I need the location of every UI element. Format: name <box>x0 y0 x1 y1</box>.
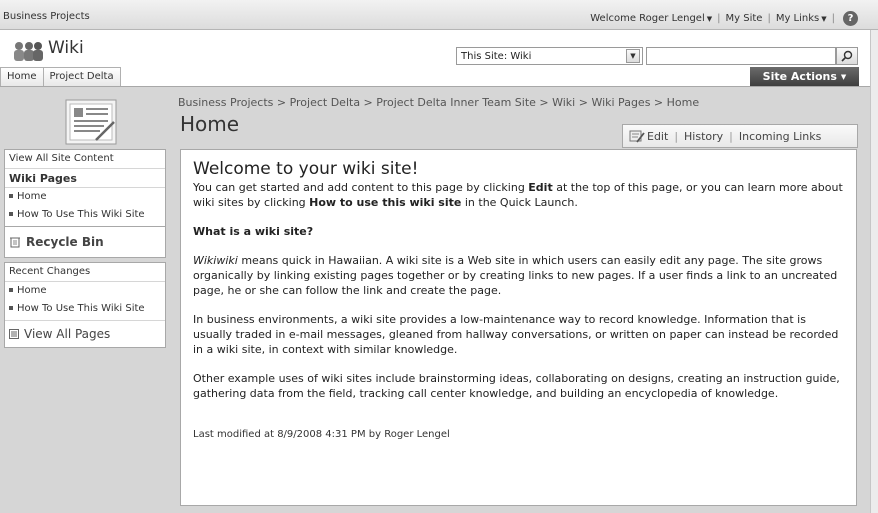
nav-item-how-to-use[interactable]: How To Use This Wiki Site <box>5 205 165 227</box>
separator: | <box>717 13 721 24</box>
search-icon <box>841 50 853 62</box>
bullet-icon <box>9 288 13 292</box>
dropdown-arrow-icon: ▼ <box>840 72 847 81</box>
my-links-label: My Links <box>775 13 820 24</box>
view-all-pages-label: View All Pages <box>24 327 111 341</box>
wiki-page-icon <box>65 99 117 145</box>
edit-icon <box>629 130 645 143</box>
page-title: Home <box>180 112 240 136</box>
site-name-link[interactable]: Business Projects <box>3 11 90 22</box>
recent-item-how-to-use[interactable]: How To Use This Wiki Site <box>5 299 165 321</box>
recycle-bin-label: Recycle Bin <box>26 235 104 249</box>
recent-item-home[interactable]: Home <box>5 282 165 299</box>
chevron-down-icon: ▼ <box>626 49 640 63</box>
tab-home[interactable]: Home <box>0 67 44 86</box>
wiki-pages-heading[interactable]: Wiki Pages <box>5 169 165 188</box>
bullet-icon <box>9 194 13 198</box>
wiki-content: Welcome to your wiki site! You can get s… <box>180 149 857 506</box>
separator: | <box>831 13 835 24</box>
recycle-bin-icon <box>10 237 20 248</box>
breadcrumb[interactable]: Business Projects > Project Delta > Proj… <box>178 96 699 109</box>
intro-text: in the Quick Launch. <box>461 196 578 209</box>
vertical-scrollbar[interactable] <box>870 30 878 513</box>
top-nav-tabs: Home Project Delta <box>0 67 121 86</box>
history-link[interactable]: History <box>684 130 723 143</box>
recycle-bin-link[interactable]: Recycle Bin <box>5 227 165 257</box>
paragraph-wikiwiki: Wikiwiki means quick in Hawaiian. A wiki… <box>193 253 844 298</box>
dropdown-arrow-icon: ▼ <box>821 15 827 23</box>
people-logo-icon <box>14 42 43 61</box>
my-links-menu[interactable]: My Links ▼ <box>776 13 827 24</box>
intro-text: You can get started and add content to t… <box>193 181 529 194</box>
quick-launch-box: View All Site Content Wiki Pages Home Ho… <box>4 149 166 258</box>
paragraph-text: means quick in Hawaiian. A wiki site is … <box>193 254 838 297</box>
search-scope-select[interactable]: This Site: Wiki ▼ <box>456 47 643 65</box>
search-scope-value: This Site: Wiki <box>461 51 532 62</box>
wikiwiki-term: Wikiwiki <box>193 254 238 267</box>
paragraph-examples: Other example uses of wiki sites include… <box>193 372 840 400</box>
nav-item-home[interactable]: Home <box>5 188 165 205</box>
intro-paragraph: You can get started and add content to t… <box>193 180 844 210</box>
welcome-label: Welcome Roger Lengel <box>590 13 705 24</box>
welcome-menu[interactable]: Welcome Roger Lengel ▼ <box>590 13 712 24</box>
nav-item-label: Home <box>17 191 47 202</box>
view-all-pages-link[interactable]: View All Pages <box>5 321 165 347</box>
nav-item-label: Home <box>17 285 47 296</box>
site-actions-menu[interactable]: Site Actions ▼ <box>750 67 859 86</box>
content-heading: Welcome to your wiki site! <box>193 159 419 179</box>
edit-link[interactable]: Edit <box>647 130 668 143</box>
bullet-icon <box>9 306 13 310</box>
separator: | <box>767 13 771 24</box>
nav-item-label: How To Use This Wiki Site <box>17 209 145 220</box>
recent-changes-box: Recent Changes Home How To Use This Wiki… <box>4 262 166 348</box>
dropdown-arrow-icon: ▼ <box>706 15 713 23</box>
recent-changes-heading[interactable]: Recent Changes <box>5 263 165 282</box>
site-title[interactable]: Wiki <box>48 38 84 58</box>
nav-item-label: How To Use This Wiki Site <box>17 303 145 314</box>
my-site-link[interactable]: My Site <box>726 13 763 24</box>
view-all-site-content-link[interactable]: View All Site Content <box>5 150 165 169</box>
incoming-links-link[interactable]: Incoming Links <box>739 130 821 143</box>
separator: | <box>729 129 733 143</box>
paragraph-business: In business environments, a wiki site pr… <box>193 313 839 356</box>
search-input[interactable] <box>646 47 836 65</box>
intro-edit-term: Edit <box>528 181 553 194</box>
tab-project-delta[interactable]: Project Delta <box>42 67 121 86</box>
help-icon[interactable]: ? <box>843 11 858 26</box>
list-icon <box>9 329 19 339</box>
content-subheading: What is a wiki site? <box>193 225 314 238</box>
page-toolbar: Edit | History | Incoming Links <box>622 124 858 148</box>
global-top-bar: Business Projects Welcome Roger Lengel ▼ … <box>0 0 878 30</box>
top-bar-links: Welcome Roger Lengel ▼ | My Site | My Lin… <box>590 11 858 26</box>
site-actions-label: Site Actions <box>762 70 837 83</box>
separator: | <box>674 129 679 143</box>
intro-how-term: How to use this wiki site <box>309 196 462 209</box>
bullet-icon <box>9 212 13 216</box>
search-button[interactable] <box>836 47 858 65</box>
quick-launch: View All Site Content Wiki Pages Home Ho… <box>4 149 166 348</box>
last-modified: Last modified at 8/9/2008 4:31 PM by Rog… <box>193 429 450 440</box>
